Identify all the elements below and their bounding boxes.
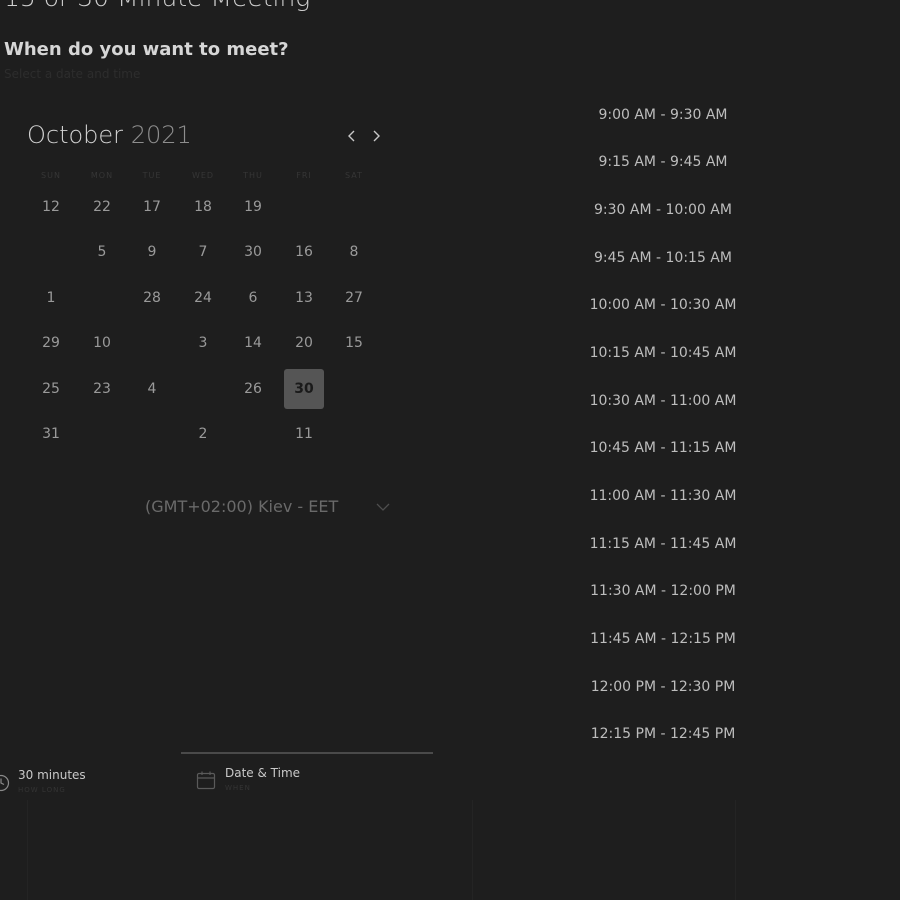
calendar-day[interactable]: 7	[183, 232, 223, 272]
divider	[472, 800, 473, 900]
scheduler-page: 15 or 30 Minute Meeting When do you want…	[0, 0, 900, 900]
calendar-day[interactable]: 4	[132, 369, 172, 409]
calendar-day[interactable]: 8	[334, 232, 374, 272]
calendar-day[interactable]: 28	[132, 278, 172, 318]
calendar-day[interactable]: 18	[183, 187, 223, 227]
time-slot[interactable]: 10:00 AM - 10:30 AM	[573, 295, 753, 315]
time-slot[interactable]: 11:30 AM - 12:00 PM	[573, 581, 753, 601]
weekday-fri: FRI	[296, 171, 312, 180]
month-name: October	[27, 121, 124, 149]
divider	[735, 800, 736, 900]
divider	[27, 800, 28, 900]
calendar-day[interactable]: 3	[183, 323, 223, 363]
calendar-icon	[196, 771, 216, 790]
time-slot[interactable]: 10:45 AM - 11:15 AM	[573, 438, 753, 458]
weekday-mon: MON	[90, 171, 114, 180]
active-step-indicator	[181, 752, 433, 754]
meeting-title: 15 or 30 Minute Meeting	[4, 0, 310, 12]
calendar-day[interactable]: 2	[183, 414, 223, 454]
weekday-tue: TUE	[142, 171, 162, 180]
calendar-day[interactable]: 9	[132, 232, 172, 272]
calendar-day[interactable]: 19	[233, 187, 273, 227]
calendar-day[interactable]: 14	[233, 323, 273, 363]
timezone-selector[interactable]: (GMT+02:00) Kiev - EET	[145, 497, 338, 516]
chevron-down-icon[interactable]	[376, 503, 390, 511]
time-slot[interactable]: 11:00 AM - 11:30 AM	[573, 486, 753, 506]
datetime-step-sublabel: WHEN	[225, 784, 251, 792]
time-slot[interactable]: 10:30 AM - 11:00 AM	[573, 391, 753, 411]
time-slot[interactable]: 9:45 AM - 10:15 AM	[573, 248, 753, 268]
time-slot[interactable]: 9:30 AM - 10:00 AM	[573, 200, 753, 220]
month-year-label: October 2021	[27, 121, 192, 149]
calendar-day[interactable]: 5	[82, 232, 122, 272]
calendar-day[interactable]: 10	[82, 323, 122, 363]
calendar-day[interactable]: 12	[31, 187, 71, 227]
calendar-day[interactable]: 16	[284, 232, 324, 272]
calendar-day[interactable]: 11	[284, 414, 324, 454]
clock-icon	[0, 774, 10, 792]
year-label: 2021	[130, 121, 192, 149]
duration-step-sublabel: HOW LONG	[18, 786, 66, 794]
calendar-day[interactable]: 17	[132, 187, 172, 227]
calendar-day[interactable]: 13	[284, 278, 324, 318]
calendar-day[interactable]: 24	[183, 278, 223, 318]
calendar-day[interactable]: 29	[31, 323, 71, 363]
time-slot[interactable]: 12:15 PM - 12:45 PM	[573, 724, 753, 744]
date-question-heading: When do you want to meet?	[4, 39, 289, 60]
selected-calendar-day[interactable]: 30	[284, 369, 324, 409]
calendar-day[interactable]: 6	[233, 278, 273, 318]
calendar-day[interactable]: 15	[334, 323, 374, 363]
next-month-button[interactable]	[366, 124, 386, 148]
chevron-left-icon	[348, 130, 355, 142]
calendar-day[interactable]: 23	[82, 369, 122, 409]
time-slot[interactable]: 11:15 AM - 11:45 AM	[573, 534, 753, 554]
time-slot[interactable]: 11:45 AM - 12:15 PM	[573, 629, 753, 649]
calendar-day[interactable]: 22	[82, 187, 122, 227]
time-slot[interactable]: 12:00 PM - 12:30 PM	[573, 677, 753, 697]
calendar-day[interactable]: 25	[31, 369, 71, 409]
calendar-day[interactable]: 26	[233, 369, 273, 409]
calendar-day[interactable]: 31	[31, 414, 71, 454]
weekday-sat: SAT	[345, 171, 363, 180]
time-slot[interactable]: 9:15 AM - 9:45 AM	[573, 152, 753, 172]
calendar-day[interactable]: 1	[31, 278, 71, 318]
weekday-wed: WED	[191, 171, 215, 180]
date-instructions: Select a date and time	[4, 67, 141, 81]
previous-month-button[interactable]	[342, 124, 362, 148]
calendar-day[interactable]: 30	[233, 232, 273, 272]
weekday-thu: THU	[243, 171, 263, 180]
calendar-day[interactable]: 27	[334, 278, 374, 318]
chevron-right-icon	[373, 130, 380, 142]
time-slot[interactable]: 9:00 AM - 9:30 AM	[573, 105, 753, 125]
datetime-step-label[interactable]: Date & Time	[225, 766, 300, 780]
weekday-sun: SUN	[41, 171, 61, 180]
duration-step-label[interactable]: 30 minutes	[18, 768, 86, 782]
time-slot[interactable]: 10:15 AM - 10:45 AM	[573, 343, 753, 363]
calendar-day[interactable]: 20	[284, 323, 324, 363]
